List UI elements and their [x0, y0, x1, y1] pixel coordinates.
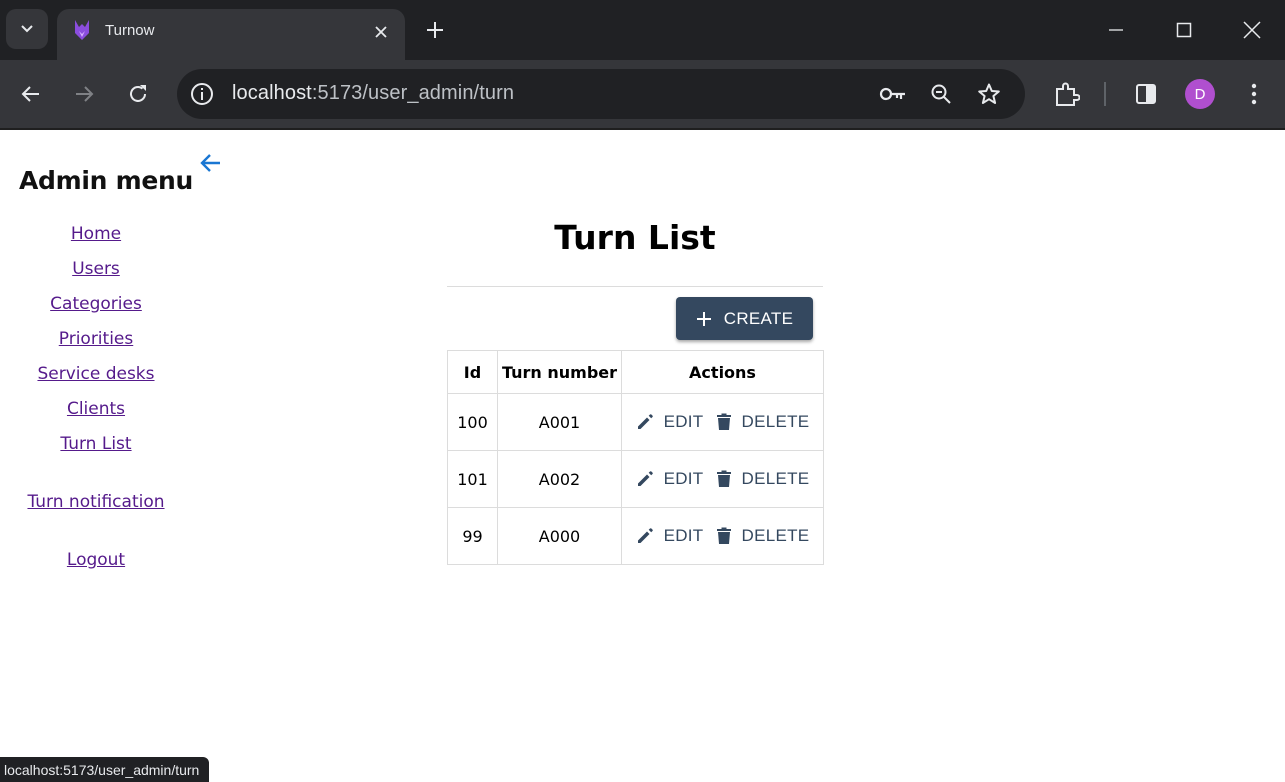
back-icon [21, 86, 39, 102]
cell-actions: EDIT DELETE [621, 507, 824, 565]
sidebar-item-categories[interactable]: Categories [0, 294, 192, 314]
cell-id: 101 [447, 450, 498, 508]
reload-button[interactable] [118, 74, 158, 114]
column-header-turn-number: Turn number [497, 350, 622, 394]
close-icon [375, 26, 387, 38]
delete-label: DELETE [741, 526, 810, 545]
extensions-button[interactable] [1053, 80, 1081, 108]
url-text[interactable]: localhost:5173/user_admin/turn [232, 82, 514, 105]
chevron-down-icon [21, 25, 33, 33]
edit-label: EDIT [663, 412, 704, 431]
close-window-button[interactable] [1232, 10, 1272, 50]
sidebar-item-clients[interactable]: Clients [0, 399, 192, 419]
address-bar[interactable]: localhost:5173/user_admin/turn [177, 69, 1025, 119]
reload-icon [130, 85, 146, 102]
table-header-row: Id Turn number Actions [447, 350, 824, 394]
cell-turn-number: A000 [497, 507, 622, 565]
turnow-logo-icon [75, 20, 89, 40]
side-panel-button[interactable] [1132, 80, 1160, 108]
delete-label: DELETE [741, 469, 810, 488]
sidebar-item-home[interactable]: Home [0, 224, 192, 244]
table-row: 101 A002 EDIT DELETE [447, 450, 824, 508]
trash-icon [716, 527, 731, 544]
url-path: :5173/user_admin/turn [311, 82, 515, 104]
profile-avatar[interactable]: D [1185, 79, 1215, 109]
trash-icon [716, 470, 731, 487]
edit-button[interactable]: EDIT [632, 469, 708, 489]
minimize-button[interactable] [1096, 10, 1136, 50]
column-header-actions: Actions [621, 350, 824, 394]
star-icon [978, 83, 1000, 104]
plus-icon [427, 22, 443, 38]
logout-link[interactable]: Logout [0, 550, 192, 570]
forward-button[interactable] [64, 74, 104, 114]
sidebar-item-turn-list[interactable]: Turn List [0, 434, 192, 454]
new-tab-button[interactable] [420, 15, 450, 45]
password-key-button[interactable] [879, 80, 907, 108]
more-icon [1251, 83, 1257, 105]
turn-table: Id Turn number Actions 100 A001 EDIT DEL… [447, 350, 824, 565]
key-icon [879, 87, 905, 101]
page-title: Turn List [554, 218, 716, 257]
maximize-icon [1176, 22, 1192, 38]
trash-icon [716, 413, 731, 430]
bookmark-button[interactable] [975, 80, 1003, 108]
toolbar-separator [1104, 82, 1106, 106]
tab-search-button[interactable] [6, 9, 48, 49]
pencil-icon [637, 528, 653, 543]
close-icon [1243, 21, 1261, 39]
browser-toolbar: localhost:5173/user_admin/turn D [0, 60, 1285, 128]
forward-icon [76, 86, 94, 102]
zoom-button[interactable] [927, 80, 955, 108]
browser-tabstrip: Turnow [0, 0, 1285, 60]
delete-label: DELETE [741, 412, 810, 431]
tab-title: Turnow [105, 22, 155, 39]
pencil-icon [637, 414, 653, 429]
table-row: 99 A000 EDIT DELETE [447, 507, 824, 565]
side-panel-icon [1136, 84, 1156, 104]
minimize-icon [1109, 29, 1123, 31]
cell-id: 99 [447, 507, 498, 565]
extensions-icon [1056, 82, 1080, 106]
delete-button[interactable]: DELETE [712, 469, 814, 489]
title-divider [447, 286, 823, 287]
more-menu-button[interactable] [1240, 80, 1268, 108]
sidebar-title: Admin menu [19, 166, 193, 195]
edit-label: EDIT [663, 469, 704, 488]
delete-button[interactable]: DELETE [712, 526, 814, 546]
edit-label: EDIT [663, 526, 704, 545]
maximize-button[interactable] [1164, 10, 1204, 50]
sidebar-item-turn-notification[interactable]: Turn notification [0, 492, 192, 512]
edit-button[interactable]: EDIT [632, 526, 708, 546]
sidebar-item-service-desks[interactable]: Service desks [0, 364, 192, 384]
browser-tab-active[interactable]: Turnow [57, 9, 405, 60]
plus-icon [696, 311, 712, 327]
site-info-icon[interactable] [189, 81, 215, 107]
pencil-icon [637, 471, 653, 486]
create-button[interactable]: CREATE [676, 297, 813, 340]
cell-actions: EDIT DELETE [621, 450, 824, 508]
cell-turn-number: A001 [497, 393, 622, 451]
back-button[interactable] [11, 74, 51, 114]
edit-button[interactable]: EDIT [632, 412, 708, 432]
table-row: 100 A001 EDIT DELETE [447, 393, 824, 451]
cell-turn-number: A002 [497, 450, 622, 508]
toolbar-border [0, 128, 1285, 130]
sidebar-item-priorities[interactable]: Priorities [0, 329, 192, 349]
arrow-left-icon[interactable] [198, 150, 224, 176]
delete-button[interactable]: DELETE [712, 412, 814, 432]
status-bar-url: localhost:5173/user_admin/turn [0, 757, 210, 782]
sidebar-item-users[interactable]: Users [0, 259, 192, 279]
create-button-label: CREATE [723, 308, 794, 328]
close-tab-button[interactable] [369, 20, 393, 44]
column-header-id: Id [447, 350, 498, 394]
cell-actions: EDIT DELETE [621, 393, 824, 451]
zoom-icon [931, 84, 951, 104]
cell-id: 100 [447, 393, 498, 451]
url-host: localhost [232, 82, 312, 104]
